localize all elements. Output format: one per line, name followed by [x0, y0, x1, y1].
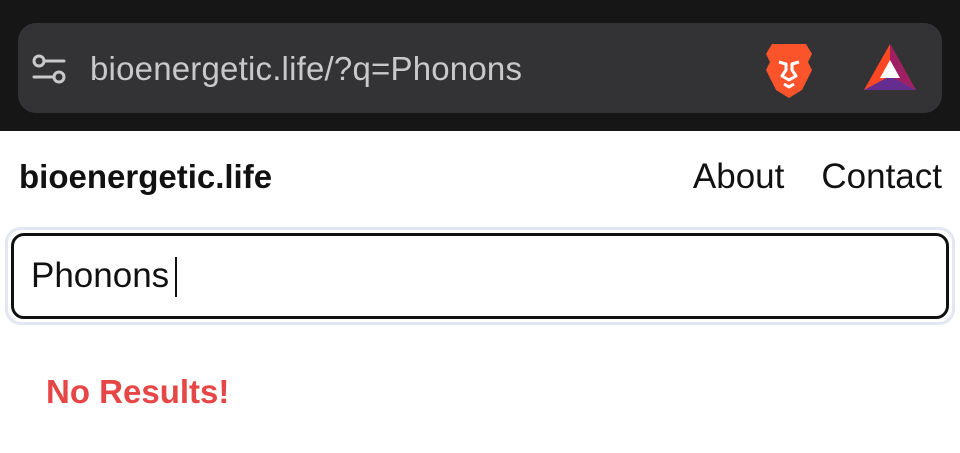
tune-icon[interactable]	[30, 50, 68, 88]
brave-lion-icon[interactable]	[762, 40, 816, 100]
site-nav: About Contact	[693, 156, 942, 198]
bat-triangle-icon[interactable]	[862, 42, 918, 94]
search-focus-ring	[5, 227, 955, 325]
search-input[interactable]	[11, 233, 949, 319]
nav-contact-link[interactable]: Contact	[821, 156, 942, 198]
no-results-message: No Results!	[46, 373, 230, 410]
nav-about-link[interactable]: About	[693, 156, 784, 198]
site-title[interactable]: bioenergetic.life	[19, 156, 272, 198]
address-bar-url[interactable]: bioenergetic.life/?q=Phonons	[90, 46, 522, 92]
text-caret	[175, 257, 177, 297]
browser-toolbar: bioenergetic.life/?q=Phonons	[0, 0, 960, 131]
